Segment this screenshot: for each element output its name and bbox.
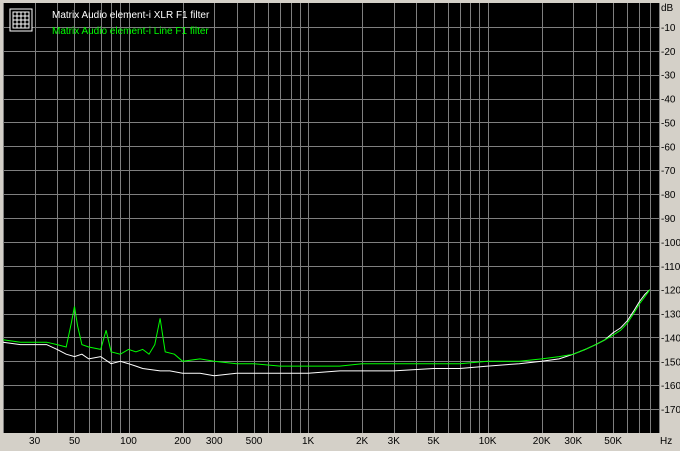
x-tick-label: 2K — [356, 436, 369, 447]
y-tick-label: -110 — [661, 262, 680, 273]
y-unit-label: dB — [661, 3, 674, 14]
y-tick-label: -60 — [661, 142, 676, 153]
y-tick-label: -10 — [661, 23, 676, 34]
x-tick-label: 10K — [479, 436, 497, 447]
x-unit-label: Hz — [660, 436, 672, 447]
y-tick-label: -30 — [661, 71, 676, 82]
legend-entry-line: Matrix Audio element-i Line F1 filter — [52, 26, 209, 37]
y-tick-label: -120 — [661, 286, 680, 297]
y-tick-label: -130 — [661, 310, 680, 321]
y-tick-label: -100 — [661, 238, 680, 249]
y-tick-label: -50 — [661, 118, 676, 129]
legend-entry-xlr: Matrix Audio element-i XLR F1 filter — [52, 10, 210, 21]
y-tick-label: -80 — [661, 190, 676, 201]
x-tick-label: 100 — [120, 436, 137, 447]
x-tick-label: 500 — [246, 436, 263, 447]
y-tick-label: -20 — [661, 47, 676, 58]
spectrum-chart: 30 50 100 200 300 500 1K 2K 3K 5K 10K 20K 30K 50K -10… — [2, 3, 680, 447]
x-tick-label: 50 — [69, 436, 81, 447]
x-tick-label: 20K — [533, 436, 551, 447]
x-tick-label: 200 — [174, 436, 191, 447]
y-tick-label: -70 — [661, 166, 676, 177]
grid-icon[interactable] — [9, 8, 33, 32]
x-tick-label: 50K — [604, 436, 622, 447]
y-tick-label: -160 — [661, 381, 680, 392]
x-tick-label: 30 — [29, 436, 41, 447]
x-tick-label: 300 — [206, 436, 223, 447]
y-tick-label: -140 — [661, 333, 680, 344]
x-tick-label: 3K — [388, 436, 401, 447]
y-tick-label: -150 — [661, 357, 680, 368]
y-tick-labels: -10 -20 -30 -40 -50 -60 -70 -80 -90 -100 -110 -120 -… — [661, 23, 680, 416]
x-tick-labels: 30 50 100 200 300 500 1K 2K 3K 5K 10K 20K 30K 50K — [29, 436, 622, 447]
y-tick-label: -170 — [661, 405, 680, 416]
y-tick-label: -90 — [661, 214, 676, 225]
x-tick-label: 1K — [302, 436, 315, 447]
y-tick-label: -40 — [661, 95, 676, 106]
x-tick-label: 5K — [427, 436, 440, 447]
x-tick-label: 30K — [564, 436, 582, 447]
